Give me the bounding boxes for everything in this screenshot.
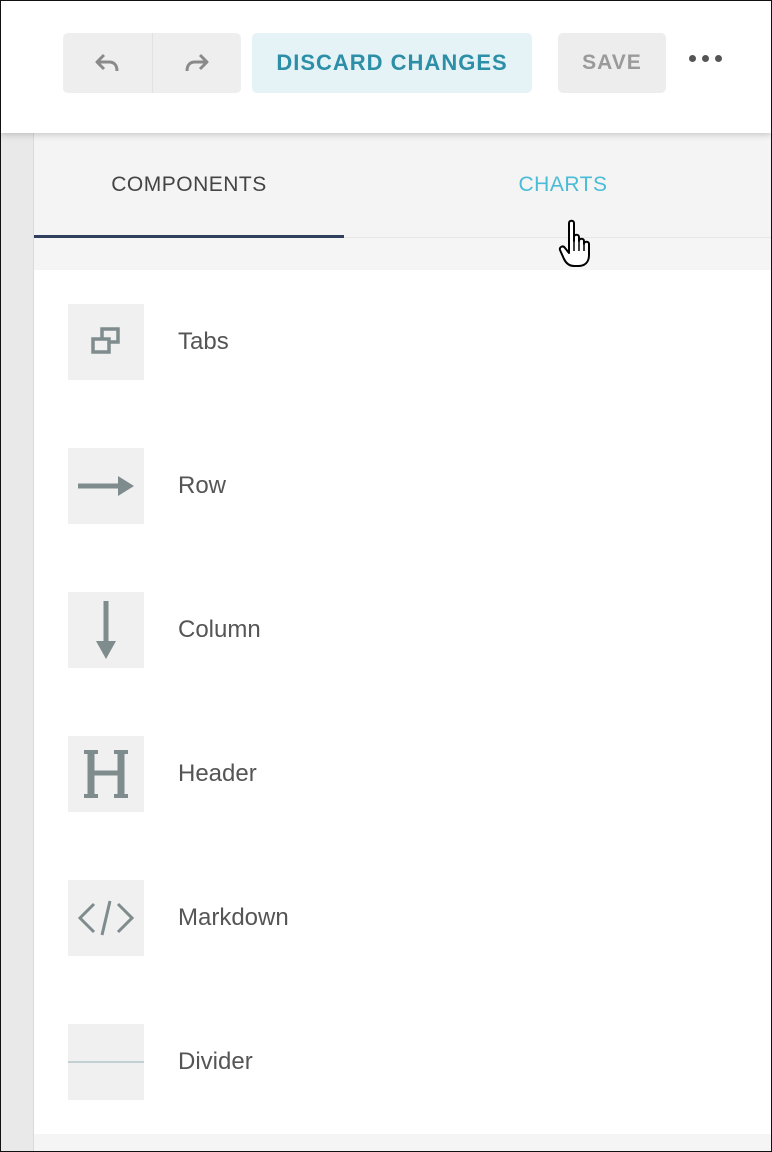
tabs-icon bbox=[91, 327, 120, 354]
arrow-down-icon bbox=[96, 601, 116, 659]
component-label: Row bbox=[178, 472, 227, 499]
component-item-tabs[interactable]: Tabs bbox=[34, 304, 771, 380]
undo-icon bbox=[95, 53, 119, 72]
undo-redo-group bbox=[63, 33, 241, 93]
component-label: Markdown bbox=[178, 904, 289, 931]
component-item-divider[interactable]: Divider bbox=[34, 1024, 771, 1100]
discard-changes-button[interactable]: DISCARD CHANGES bbox=[252, 33, 532, 93]
save-button[interactable]: SAVE bbox=[558, 33, 666, 93]
component-item-markdown[interactable]: Markdown bbox=[34, 880, 771, 956]
header-toolbar: DISCARD CHANGES SAVE bbox=[1, 1, 771, 133]
code-icon bbox=[77, 900, 135, 936]
component-label: Tabs bbox=[178, 328, 229, 355]
redo-icon bbox=[185, 53, 209, 72]
component-list: Tabs Row Column Header Markdown Divider bbox=[34, 270, 771, 1134]
header-icon bbox=[84, 750, 128, 798]
more-options-button[interactable] bbox=[681, 45, 729, 71]
redo-button[interactable] bbox=[151, 33, 242, 93]
app-frame: DISCARD CHANGES SAVE COMPONENTS CHARTS T… bbox=[0, 0, 772, 1152]
component-item-column[interactable]: Column bbox=[34, 592, 771, 668]
component-label: Divider bbox=[178, 1048, 253, 1075]
component-item-row[interactable]: Row bbox=[34, 448, 771, 524]
tab-components[interactable]: COMPONENTS bbox=[34, 133, 344, 238]
more-horizontal-icon bbox=[688, 54, 722, 62]
hand-pointer-cursor bbox=[558, 219, 590, 267]
component-label: Column bbox=[178, 616, 261, 643]
component-label: Header bbox=[178, 760, 257, 787]
builder-panel: COMPONENTS CHARTS Tabs Row Column Header… bbox=[1, 133, 771, 1151]
component-item-header[interactable]: Header bbox=[34, 736, 771, 812]
divider-icon bbox=[68, 1061, 144, 1063]
builder-tabs: COMPONENTS CHARTS bbox=[34, 133, 771, 238]
undo-button[interactable] bbox=[63, 33, 152, 93]
builder-panel-inner: COMPONENTS CHARTS Tabs Row Column Header… bbox=[33, 133, 771, 1151]
arrow-right-icon bbox=[78, 476, 134, 496]
